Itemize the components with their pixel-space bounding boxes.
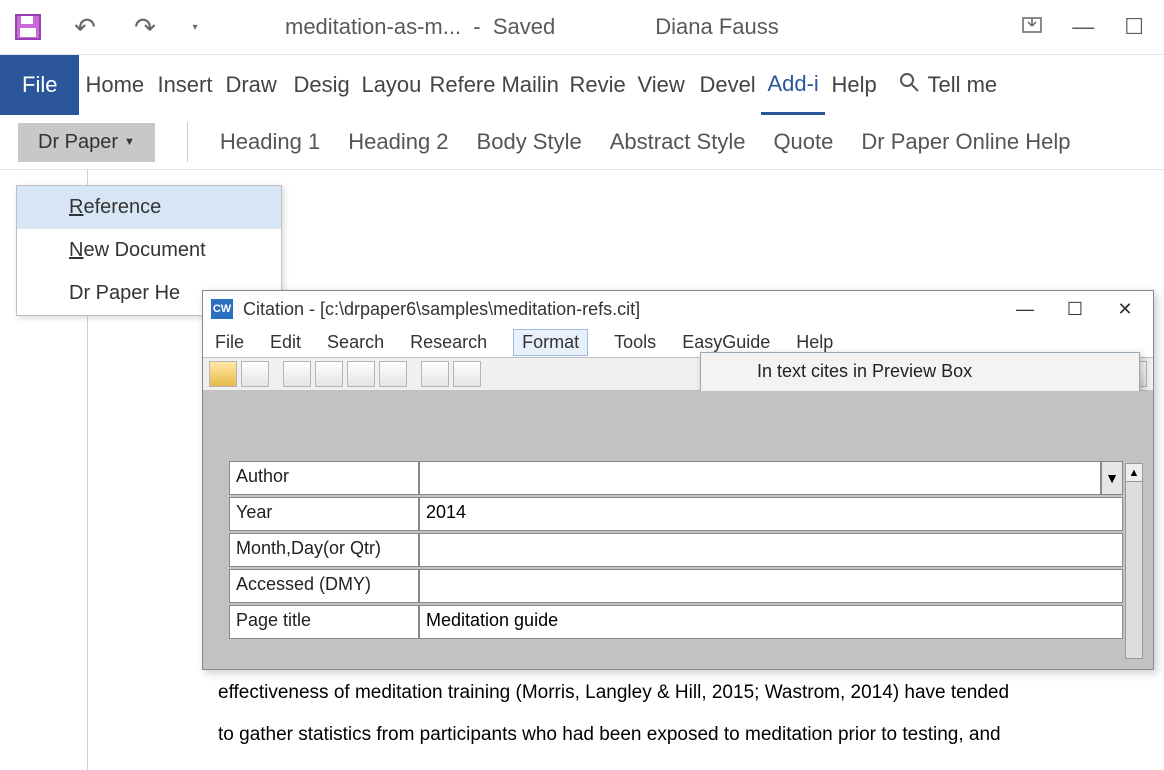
citation-menu-tools[interactable]: Tools — [614, 332, 656, 353]
citation-menu-help[interactable]: Help — [796, 332, 833, 353]
citation-menu-file[interactable]: File — [215, 332, 244, 353]
toolbar-grid-icon[interactable] — [315, 361, 343, 387]
label-pagetitle: Page title — [229, 605, 419, 639]
minimize-button[interactable]: — — [1072, 14, 1094, 40]
tab-help[interactable]: Help — [825, 55, 885, 115]
tab-developer[interactable]: Devel — [693, 55, 761, 115]
form-row-year: Year 2014 — [229, 497, 1123, 531]
input-monthday[interactable] — [419, 533, 1123, 567]
citation-window-title: Citation - [c:\drpaper6\samples\meditati… — [243, 299, 995, 320]
document-title: meditation-as-m... - Saved — [275, 14, 565, 40]
citation-scrollbar[interactable]: ▲ — [1125, 463, 1143, 659]
window-title-bar: ↶ ↷ ▾ meditation-as-m... - Saved Diana F… — [0, 0, 1164, 55]
citation-menu-easyguide[interactable]: EasyGuide — [682, 332, 770, 353]
tab-design[interactable]: Desig — [287, 55, 355, 115]
citation-minimize-button[interactable]: — — [1005, 299, 1045, 320]
doc-line: to gather statistics from participants w… — [218, 714, 1118, 756]
input-accessed[interactable] — [419, 569, 1123, 603]
account-name[interactable]: Diana Fauss — [625, 14, 809, 40]
style-body[interactable]: Body Style — [477, 129, 582, 155]
citation-app-icon: CW — [211, 299, 233, 319]
style-quote[interactable]: Quote — [773, 129, 833, 155]
label-year: Year — [229, 497, 419, 531]
tab-mailings[interactable]: Mailin — [495, 55, 563, 115]
redo-icon[interactable]: ↷ — [115, 12, 175, 43]
ribbon-display-options-icon[interactable] — [1022, 14, 1042, 40]
label-accessed: Accessed (DMY) — [229, 569, 419, 603]
menu-item-reference[interactable]: Reference — [17, 186, 281, 229]
tab-home[interactable]: Home — [79, 55, 151, 115]
toolbar-card-icon[interactable] — [347, 361, 375, 387]
input-author[interactable] — [419, 461, 1101, 495]
document-body-text: effectiveness of meditation training (Mo… — [218, 672, 1118, 756]
toolbar-extra1-icon[interactable] — [421, 361, 449, 387]
toolbar-open-icon[interactable] — [209, 361, 237, 387]
doc-line: effectiveness of meditation training (Mo… — [218, 672, 1118, 714]
save-icon[interactable] — [0, 13, 55, 41]
search-icon — [899, 72, 919, 98]
tell-me-search[interactable]: Tell me — [885, 55, 1011, 115]
undo-icon[interactable]: ↶ — [55, 12, 115, 43]
tell-me-label: Tell me — [927, 72, 997, 98]
tab-file[interactable]: File — [0, 55, 79, 115]
citation-maximize-button[interactable]: ☐ — [1055, 299, 1095, 320]
style-abstract[interactable]: Abstract Style — [610, 129, 746, 155]
citation-menu-format[interactable]: Format — [513, 329, 588, 356]
drpaper-online-help[interactable]: Dr Paper Online Help — [861, 129, 1070, 155]
style-heading1[interactable]: Heading 1 — [220, 129, 320, 155]
tab-draw[interactable]: Draw — [219, 55, 287, 115]
menu-item-new-document[interactable]: New Document — [17, 229, 281, 272]
citation-window: CW Citation - [c:\drpaper6\samples\medit… — [202, 290, 1154, 670]
form-row-pagetitle: Page title Meditation guide — [229, 605, 1123, 639]
citation-form-area: Author ▼ Year 2014 Month,Day(or Qtr) Acc… — [203, 391, 1153, 669]
separator — [187, 122, 188, 162]
input-pagetitle[interactable]: Meditation guide — [419, 605, 1123, 639]
form-row-author: Author ▼ — [229, 461, 1123, 495]
label-author: Author — [229, 461, 419, 495]
tab-insert[interactable]: Insert — [151, 55, 219, 115]
chevron-down-icon: ▼ — [124, 136, 135, 148]
form-row-monthday: Month,Day(or Qtr) — [229, 533, 1123, 567]
citation-title-bar: CW Citation - [c:\drpaper6\samples\medit… — [203, 291, 1153, 327]
toolbar-save-icon[interactable] — [241, 361, 269, 387]
drpaper-button-label: Dr Paper — [38, 131, 118, 154]
tab-layout[interactable]: Layou — [355, 55, 423, 115]
tab-review[interactable]: Revie — [563, 55, 631, 115]
citation-menu-search[interactable]: Search — [327, 332, 384, 353]
label-monthday: Month,Day(or Qtr) — [229, 533, 419, 567]
citation-menu-research[interactable]: Research — [410, 332, 487, 353]
toolbar-list-icon[interactable] — [283, 361, 311, 387]
maximize-button[interactable]: ☐ — [1124, 14, 1144, 40]
style-heading2[interactable]: Heading 2 — [348, 129, 448, 155]
toolbar-detail-icon[interactable] — [379, 361, 407, 387]
ribbon-tabs: File Home Insert Draw Desig Layou Refere… — [0, 55, 1164, 115]
input-year[interactable]: 2014 — [419, 497, 1123, 531]
format-item-intext-cites[interactable]: In text cites in Preview Box — [701, 353, 1139, 390]
save-state: Saved — [493, 14, 555, 39]
addin-toolbar: Dr Paper ▼ Heading 1 Heading 2 Body Styl… — [0, 115, 1164, 170]
tab-addins[interactable]: Add-i — [761, 55, 825, 115]
toolbar-extra2-icon[interactable] — [453, 361, 481, 387]
tab-view[interactable]: View — [631, 55, 693, 115]
document-name: meditation-as-m... — [285, 14, 461, 39]
form-row-accessed: Accessed (DMY) — [229, 569, 1123, 603]
qat-customize-icon[interactable]: ▾ — [175, 22, 215, 33]
author-dropdown-button[interactable]: ▼ — [1101, 461, 1123, 495]
drpaper-menu-button[interactable]: Dr Paper ▼ — [18, 123, 155, 162]
tab-references[interactable]: Refere — [423, 55, 495, 115]
scroll-up-icon[interactable]: ▲ — [1126, 464, 1142, 482]
citation-menu-edit[interactable]: Edit — [270, 332, 301, 353]
citation-close-button[interactable]: ✕ — [1105, 299, 1145, 320]
